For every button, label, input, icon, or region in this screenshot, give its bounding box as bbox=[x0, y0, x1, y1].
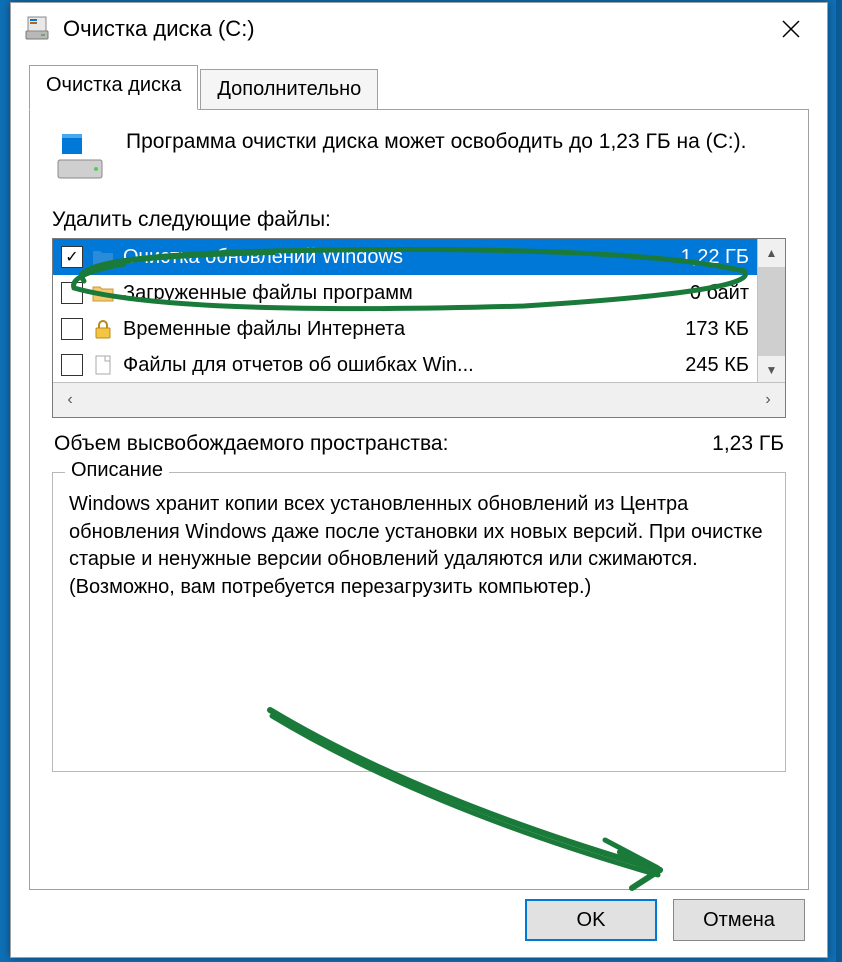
scroll-right-arrow[interactable]: › bbox=[751, 383, 785, 417]
vertical-scrollbar[interactable]: ▲ ▼ bbox=[757, 239, 785, 384]
page-icon bbox=[91, 353, 115, 377]
scroll-down-arrow[interactable]: ▼ bbox=[758, 356, 785, 384]
file-list-row[interactable]: Загруженные файлы программ 0 байт bbox=[53, 275, 785, 311]
freed-space-value: 1,23 ГБ bbox=[712, 432, 784, 456]
file-size: 1,22 ГБ bbox=[681, 246, 753, 269]
tab-strip: Очистка диска Дополнительно bbox=[29, 65, 809, 110]
freed-space-label: Объем высвобождаемого пространства: bbox=[54, 432, 448, 456]
info-text: Программа очистки диска может освободить… bbox=[126, 128, 746, 156]
file-checkbox[interactable] bbox=[61, 318, 83, 340]
file-name: Загруженные файлы программ bbox=[123, 282, 682, 305]
window-title: Очистка диска (C:) bbox=[63, 16, 767, 42]
lock-icon bbox=[91, 317, 115, 341]
tab-cleanup[interactable]: Очистка диска bbox=[29, 65, 198, 110]
file-list-row[interactable]: ✓ Очистка обновлений Windows 1,22 ГБ bbox=[53, 239, 785, 275]
ok-button[interactable]: OK bbox=[525, 899, 657, 941]
cancel-button[interactable]: Отмена bbox=[673, 899, 805, 941]
file-name: Очистка обновлений Windows bbox=[123, 246, 673, 269]
file-size: 173 КБ bbox=[685, 318, 753, 341]
files-to-delete-label: Удалить следующие файлы: bbox=[52, 208, 786, 232]
scroll-up-arrow[interactable]: ▲ bbox=[758, 239, 785, 267]
file-list: ✓ Очистка обновлений Windows 1,22 ГБ Загруж… bbox=[52, 238, 786, 418]
dialog-window: Очистка диска (C:) Очистка диска Дополни… bbox=[10, 2, 828, 958]
folder-blue-icon bbox=[91, 245, 115, 269]
drive-icon bbox=[52, 128, 108, 184]
file-name: Файлы для отчетов об ошибках Win... bbox=[123, 354, 677, 377]
file-size: 245 КБ bbox=[685, 354, 753, 377]
description-title: Описание bbox=[65, 459, 169, 482]
description-text: Windows хранит копии всех установленных … bbox=[69, 491, 769, 601]
tab-panel-cleanup: Программа очистки диска может освободить… bbox=[29, 110, 809, 890]
horizontal-scrollbar[interactable]: ‹ › bbox=[53, 382, 785, 417]
description-group: Описание Windows хранит копии всех устан… bbox=[52, 472, 786, 772]
file-name: Временные файлы Интернета bbox=[123, 318, 677, 341]
file-list-row[interactable]: Временные файлы Интернета 173 КБ bbox=[53, 311, 785, 347]
scroll-left-arrow[interactable]: ‹ bbox=[53, 383, 87, 417]
folder-yellow-icon bbox=[91, 281, 115, 305]
tab-advanced[interactable]: Дополнительно bbox=[200, 69, 378, 109]
close-button[interactable] bbox=[767, 5, 815, 53]
titlebar: Очистка диска (C:) bbox=[11, 3, 827, 55]
disk-cleanup-icon bbox=[23, 15, 51, 43]
file-list-row[interactable]: Файлы для отчетов об ошибках Win... 245 К… bbox=[53, 347, 785, 383]
scroll-thumb[interactable] bbox=[758, 267, 785, 356]
file-checkbox[interactable] bbox=[61, 354, 83, 376]
file-checkbox[interactable]: ✓ bbox=[61, 246, 83, 268]
file-size: 0 байт bbox=[690, 282, 753, 305]
file-checkbox[interactable] bbox=[61, 282, 83, 304]
